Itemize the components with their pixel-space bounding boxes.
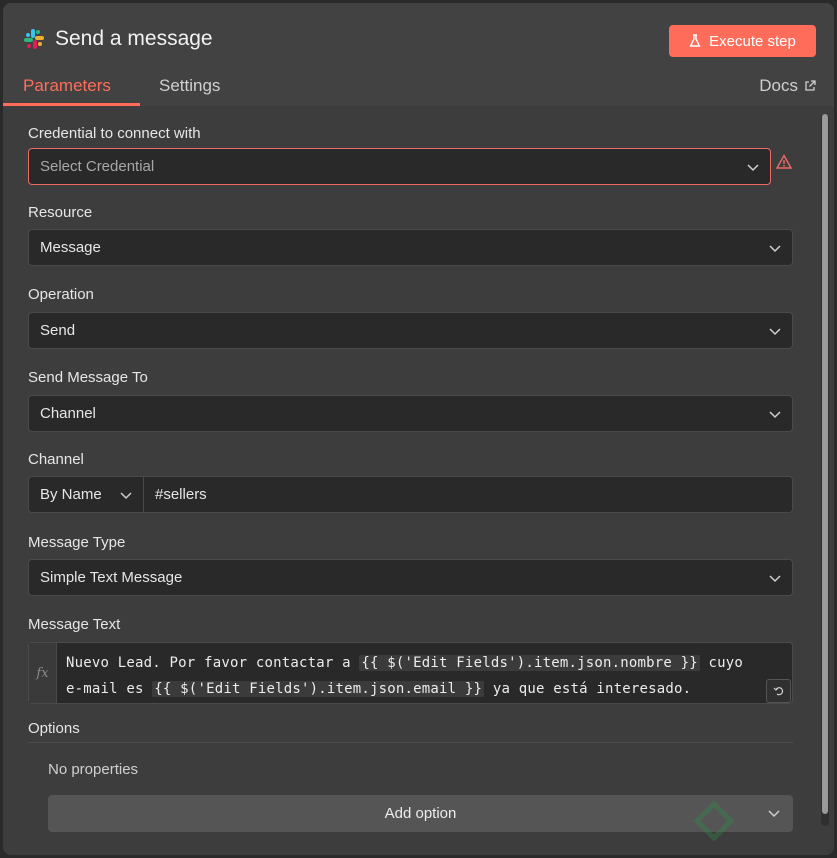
resource-label: Resource [28,204,93,221]
slack-icon [24,29,44,49]
options-label: Options [28,720,80,737]
send-to-value: Channel [40,405,96,422]
execute-step-button[interactable]: Execute step [669,25,816,57]
expand-editor-button[interactable] [766,679,791,703]
docs-link[interactable]: Docs [759,76,816,96]
credential-select[interactable]: Select Credential [28,148,771,185]
chevron-down-icon [769,575,781,583]
credential-placeholder: Select Credential [40,158,155,175]
credential-label: Credential to connect with [28,125,201,142]
n8n-watermark-icon [693,801,735,842]
send-to-select[interactable]: Channel [28,395,793,432]
message-type-label: Message Type [28,534,126,551]
channel-mode-value: By Name [40,486,102,503]
warning-icon [776,154,792,169]
message-type-select[interactable]: Simple Text Message [28,559,793,596]
message-text-label: Message Text [28,616,121,633]
tab-settings[interactable]: Settings [159,76,220,96]
chevron-down-icon [769,245,781,253]
chevron-down-icon [120,492,132,500]
fx-icon: fx [29,643,57,703]
node-panel: Send a message Execute step Parameters S… [3,3,834,855]
flask-icon [689,34,701,47]
title-row: Send a message [23,27,213,51]
resource-select[interactable]: Message [28,229,793,266]
tab-bar: Parameters Settings Docs [3,69,834,106]
panel-header: Send a message Execute step Parameters S… [3,3,834,106]
add-option-button[interactable]: Add option [48,795,793,832]
message-text-segment: Nuevo Lead. Por favor contactar a [66,655,360,671]
channel-mode-select[interactable]: By Name [28,476,144,513]
add-option-label: Add option [384,805,457,822]
expand-icon [773,687,783,696]
message-type-value: Simple Text Message [40,569,183,586]
operation-label: Operation [28,286,94,303]
docs-label: Docs [759,76,798,95]
expression-email: {{ $('Edit Fields').item.json.email }} [152,681,485,697]
execute-step-label: Execute step [709,32,796,50]
expression-nombre: {{ $('Edit Fields').item.json.nombre }} [359,655,700,671]
message-text-content[interactable]: Nuevo Lead. Por favor contactar a {{ $('… [66,650,791,702]
scrollbar[interactable] [821,114,829,826]
chevron-down-icon [769,411,781,419]
panel-title: Send a message [55,27,213,50]
operation-select[interactable]: Send [28,312,793,349]
external-link-icon [805,80,816,91]
channel-label: Channel [28,451,84,468]
message-line-1: Nuevo Lead. Por favor contactar a {{ $('… [66,650,791,676]
channel-name-value: #sellers [155,486,207,503]
resource-value: Message [40,239,101,256]
chevron-down-icon [747,164,759,172]
parameters-body: Credential to connect with Select Creden… [3,106,834,855]
send-to-label: Send Message To [28,369,148,386]
options-divider [28,742,793,743]
channel-name-input[interactable]: #sellers [143,476,793,513]
message-text-segment: e-mail es [66,681,153,697]
message-line-2: e-mail es {{ $('Edit Fields').item.json.… [66,676,791,702]
message-text-segment: ya que está interesado. [484,681,692,697]
operation-value: Send [40,322,76,339]
message-text-segment: cuyo [699,655,744,671]
chevron-down-icon [769,328,781,336]
chevron-down-icon [768,810,780,818]
tab-parameters[interactable]: Parameters [23,76,111,96]
no-properties-text: No properties [48,761,139,778]
message-text-editor[interactable]: fx Nuevo Lead. Por favor contactar a {{ … [28,642,793,704]
scrollbar-thumb[interactable] [822,114,828,814]
